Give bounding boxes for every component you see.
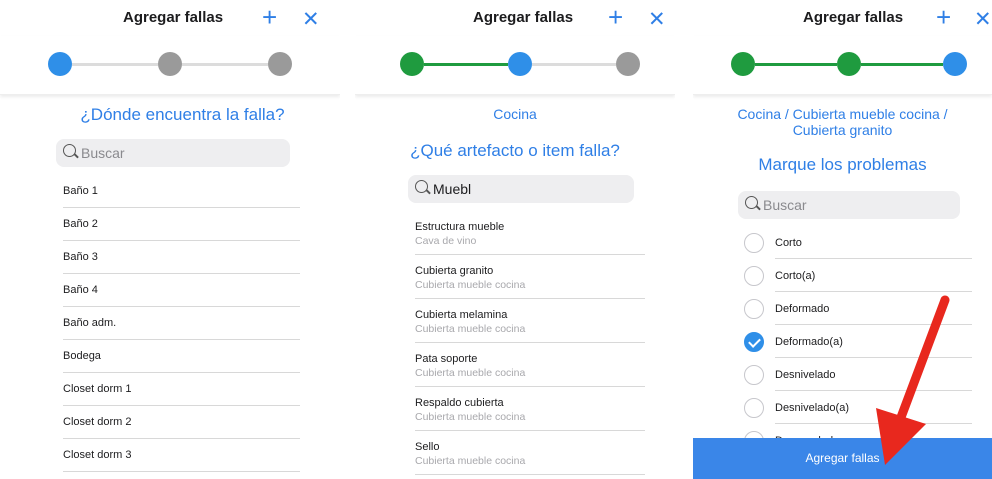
screen-location: Agregar fallas + ✕ ¿Dónde encuentra la f… (0, 0, 340, 479)
search-value: Muebl (433, 181, 472, 197)
item-list-row[interactable]: Cubierta melamina Cubierta mueble cocina (355, 299, 675, 343)
item-list-row[interactable]: Cubierta granito Cubierta mueble cocina (355, 255, 675, 299)
item-subtitle: Cubierta mueble cocina (415, 279, 526, 291)
question-title: ¿Dónde encuentra la falla? (80, 105, 285, 124)
location-list-item[interactable]: Baño 2 (0, 208, 340, 241)
search-icon (415, 180, 428, 193)
breadcrumb: Cocina (493, 106, 537, 122)
item-title: Estructura mueble (415, 221, 505, 233)
plus-icon[interactable]: + (608, 4, 623, 30)
location-list-item[interactable]: Closet dorm 1 (0, 373, 340, 406)
item-subtitle: Cubierta mueble cocina (415, 455, 526, 467)
item-subtitle: Cava de vino (415, 235, 477, 247)
close-icon[interactable]: ✕ (302, 7, 320, 33)
divider (415, 474, 645, 475)
item-list-row[interactable]: Sello Cubierta mueble cocina (355, 431, 675, 475)
arrow-shaft (895, 295, 950, 425)
location-label: Baño 2 (63, 218, 98, 230)
step-3-pending (268, 52, 292, 76)
arrow-head (876, 408, 926, 465)
location-list-item[interactable]: Bodega (0, 340, 340, 373)
location-list-item[interactable]: Baño 3 (0, 241, 340, 274)
nav-header: Agregar fallas + ✕ (355, 0, 675, 36)
close-icon[interactable]: ✕ (648, 7, 666, 33)
location-label: Baño adm. (63, 317, 117, 329)
location-list-item[interactable]: Baño 1 (0, 175, 340, 208)
screen-item: Agregar fallas + ✕ Cocina ¿Qué artefacto… (355, 0, 675, 479)
nav-header: Agregar fallas + ✕ (0, 0, 340, 36)
item-title: Pata soporte (415, 353, 478, 365)
location-label: Baño 3 (63, 251, 98, 263)
step-3-pending (616, 52, 640, 76)
search-input[interactable]: Buscar (56, 139, 290, 167)
location-list: Baño 1 Baño 2 Baño 3 Baño 4 Baño adm. Bodega C… (0, 175, 340, 472)
step-connector (72, 63, 158, 66)
step-1-done (400, 52, 424, 76)
step-1-active (48, 52, 72, 76)
location-list-item[interactable]: Baño 4 (0, 274, 340, 307)
item-list-row[interactable]: Respaldo cubierta Cubierta mueble cocina (355, 387, 675, 431)
item-subtitle: Cubierta mueble cocina (415, 367, 526, 379)
plus-icon[interactable]: + (262, 4, 277, 30)
location-label: Closet dorm 3 (63, 449, 132, 461)
location-label: Baño 4 (63, 284, 98, 296)
location-list-item[interactable]: Closet dorm 2 (0, 406, 340, 439)
location-label: Closet dorm 2 (63, 416, 132, 428)
search-placeholder: Buscar (81, 145, 125, 161)
step-indicator (0, 36, 340, 95)
item-list-row[interactable]: Estructura mueble Cava de vino (355, 211, 675, 255)
location-list-item[interactable]: Baño adm. (0, 307, 340, 340)
item-list-row[interactable]: Pata soporte Cubierta mueble cocina (355, 343, 675, 387)
location-label: Closet dorm 1 (63, 383, 132, 395)
location-label: Bodega (63, 350, 101, 362)
step-connector (532, 63, 616, 66)
red-arrow-annotation (876, 295, 950, 465)
item-list: Estructura mueble Cava de vino Cubierta gr… (355, 211, 675, 475)
page-title: Agregar fallas (123, 9, 224, 26)
location-list-item[interactable]: Closet dorm 3 (0, 439, 340, 472)
item-subtitle: Cubierta mueble cocina (415, 411, 526, 423)
item-title: Cubierta granito (415, 265, 494, 277)
item-subtitle: Cubierta mueble cocina (415, 323, 526, 335)
step-2-active (508, 52, 532, 76)
step-connector (182, 63, 268, 66)
question-title: ¿Qué artefacto o item falla? (410, 141, 620, 160)
step-connector-done (424, 63, 508, 66)
step-2-pending (158, 52, 182, 76)
search-input[interactable]: Muebl (408, 175, 634, 203)
step-indicator (355, 36, 675, 95)
location-label: Baño 1 (63, 185, 98, 197)
screen-problems: Agregar fallas + ✕ Cocina / Cubierta mue… (693, 0, 992, 479)
item-title: Respaldo cubierta (415, 397, 504, 409)
divider (63, 471, 300, 472)
search-icon (63, 144, 76, 157)
item-title: Sello (415, 441, 440, 453)
page-title: Agregar fallas (473, 9, 574, 26)
item-title: Cubierta melamina (415, 309, 508, 321)
